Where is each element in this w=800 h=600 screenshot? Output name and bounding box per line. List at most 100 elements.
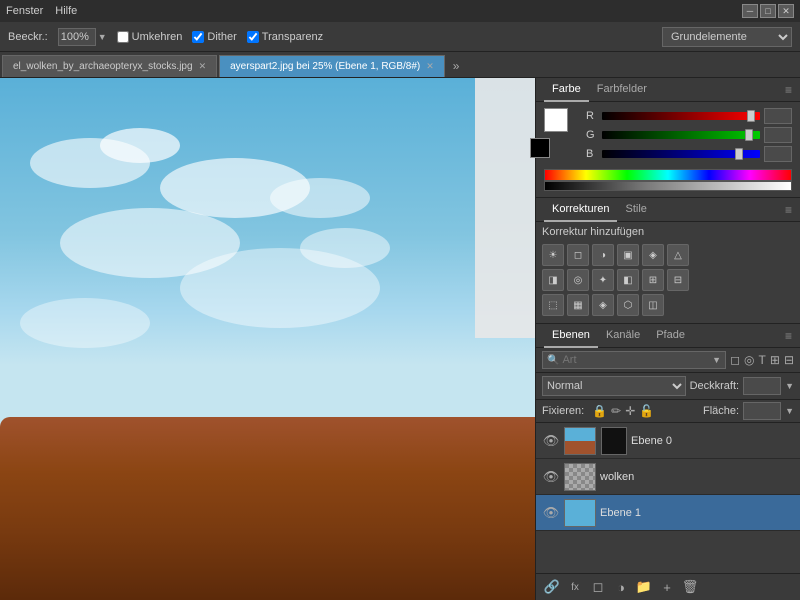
canvas-area[interactable] [0,78,535,600]
maximize-button[interactable]: □ [760,4,776,18]
korr-icon-8[interactable]: ✦ [592,269,614,291]
color-bg[interactable] [530,138,550,158]
percent-input[interactable] [58,28,96,46]
fix-icon-2[interactable]: ✏ [611,404,621,418]
fix-icon-3[interactable]: ✛ [625,404,635,418]
main-area: Farbe Farbfelder ≡ R [0,78,800,600]
channel-r-slider[interactable] [602,110,760,122]
tab-kanaele[interactable]: Kanäle [598,324,648,348]
transparenz-label[interactable]: Transparenz [247,31,323,43]
tab-close-1[interactable]: ✕ [426,61,434,72]
channel-r-value[interactable]: 240 [764,108,792,124]
korr-icon-12[interactable]: ⬚ [542,294,564,316]
fix-icon-1[interactable]: 🔒 [592,404,607,418]
korr-icon-10[interactable]: ⊞ [642,269,664,291]
korr-icons-row-3: ⬚ ▦ ◈ ⬡ ◫ [542,294,794,316]
fx-icon[interactable]: fx [565,577,585,597]
korr-icon-0[interactable]: ☀ [542,244,564,266]
channel-b-slider[interactable] [602,148,760,160]
korr-icons-row-1: ☀ ◻ ◑ ▣ ◈ △ [542,244,794,266]
layer-tool-icon-2[interactable]: ◎ [744,353,754,367]
percent-arrow[interactable]: ▼ [98,32,107,42]
layer-list: 👁 Ebene 0 👁 wolken 👁 [536,423,800,573]
transparenz-checkbox[interactable] [247,31,259,43]
umkehren-label[interactable]: Umkehren [117,31,183,43]
layer-tool-icon-4[interactable]: ⊞ [770,353,780,367]
korr-icon-9[interactable]: ◧ [617,269,639,291]
folder-icon[interactable]: 📁 [634,577,654,597]
color-section: R 240 G [536,102,800,197]
fixieren-row: Fixieren: 🔒 ✏ ✛ 🔓 Fläche: 100% ▼ [536,400,800,423]
tab-stile[interactable]: Stile [617,198,654,222]
tab-ebenen[interactable]: Ebenen [544,324,598,348]
deckkraft-input[interactable]: 100% [743,377,781,395]
layer-name-1: wolken [600,471,794,483]
korr-icon-6[interactable]: ◨ [542,269,564,291]
tab-farbfelder[interactable]: Farbfelder [589,78,655,102]
korr-icon-14[interactable]: ◈ [592,294,614,316]
flaeche-row: Fläche: 100% ▼ [703,402,794,420]
flaeche-input[interactable]: 100% [743,402,781,420]
korr-icon-16[interactable]: ◫ [642,294,664,316]
new-layer-icon[interactable]: + [657,577,677,597]
search-box[interactable]: 🔍 ▼ [542,351,726,369]
tab-farbe[interactable]: Farbe [544,78,589,102]
doc-tab-1[interactable]: ayerspart2.jpg bei 25% (Ebene 1, RGB/8#)… [219,55,445,77]
channel-g-slider[interactable] [602,129,760,141]
layer-thumb-0 [564,427,596,455]
close-button[interactable]: ✕ [778,4,794,18]
korrekturen-panel-options[interactable]: ≡ [785,203,792,217]
channel-b-value[interactable]: 222 [764,146,792,162]
korr-icon-2[interactable]: ◑ [592,244,614,266]
minimize-button[interactable]: ─ [742,4,758,18]
tab-close-0[interactable]: ✕ [199,61,207,72]
layer-tool-icon-5[interactable]: ⊟ [784,353,794,367]
layer-item-1[interactable]: 👁 wolken [536,459,800,495]
layer-visibility-0[interactable]: 👁 [542,432,560,450]
menu-item-fenster[interactable]: Fenster [6,5,43,17]
color-fg[interactable] [544,108,568,132]
layer-visibility-2[interactable]: 👁 [542,504,560,522]
deckkraft-arrow[interactable]: ▼ [785,381,794,391]
dither-label[interactable]: Dither [192,31,236,43]
channel-g-label: G [586,129,598,141]
menu-item-hilfe[interactable]: Hilfe [55,5,77,17]
search-dropdown-icon[interactable]: ▼ [712,355,721,365]
korr-icon-11[interactable]: ⊟ [667,269,689,291]
tabs-more[interactable]: » [447,55,466,77]
fix-icon-4[interactable]: 🔓 [639,404,654,418]
korr-icon-5[interactable]: △ [667,244,689,266]
layer-tool-icon-1[interactable]: ◻ [730,353,740,367]
search-input[interactable] [562,354,709,366]
delete-layer-icon[interactable]: 🗑 [680,577,700,597]
grundelemente-select[interactable]: Grundelemente [662,27,792,47]
color-spectrum[interactable] [544,169,792,181]
mask-icon[interactable]: ◻ [588,577,608,597]
korr-icon-15[interactable]: ⬡ [617,294,639,316]
doc-tab-0[interactable]: el_wolken_by_archaeopteryx_stocks.jpg ✕ [2,55,217,77]
ebenen-panel-options[interactable]: ≡ [785,329,792,343]
adjustment-icon[interactable]: ◑ [611,577,631,597]
percent-box: ▼ [58,28,107,46]
dither-checkbox[interactable] [192,31,204,43]
ebenen-section: Ebenen Kanäle Pfade ≡ 🔍 ▼ ◻ ◎ T ⊞ ⊟ Nor [536,324,800,600]
link-icon[interactable]: 🔗 [542,577,562,597]
korr-icon-3[interactable]: ▣ [617,244,639,266]
layer-item-0[interactable]: 👁 Ebene 0 [536,423,800,459]
korr-icon-1[interactable]: ◻ [567,244,589,266]
color-panel-options-icon[interactable]: ≡ [785,83,792,97]
layer-name-2: Ebene 1 [600,507,794,519]
korr-icon-13[interactable]: ▦ [567,294,589,316]
tab-korrekturen[interactable]: Korrekturen [544,198,617,222]
search-icon: 🔍 [547,355,559,366]
flaeche-arrow[interactable]: ▼ [785,406,794,416]
channel-g-value[interactable]: 237 [764,127,792,143]
korr-icon-7[interactable]: ◎ [567,269,589,291]
layer-item-2[interactable]: 👁 Ebene 1 [536,495,800,531]
layer-visibility-1[interactable]: 👁 [542,468,560,486]
tab-pfade[interactable]: Pfade [648,324,693,348]
blend-mode-select[interactable]: Normal [542,376,686,396]
korr-icon-4[interactable]: ◈ [642,244,664,266]
umkehren-checkbox[interactable] [117,31,129,43]
layer-tool-icon-3[interactable]: T [759,353,766,367]
